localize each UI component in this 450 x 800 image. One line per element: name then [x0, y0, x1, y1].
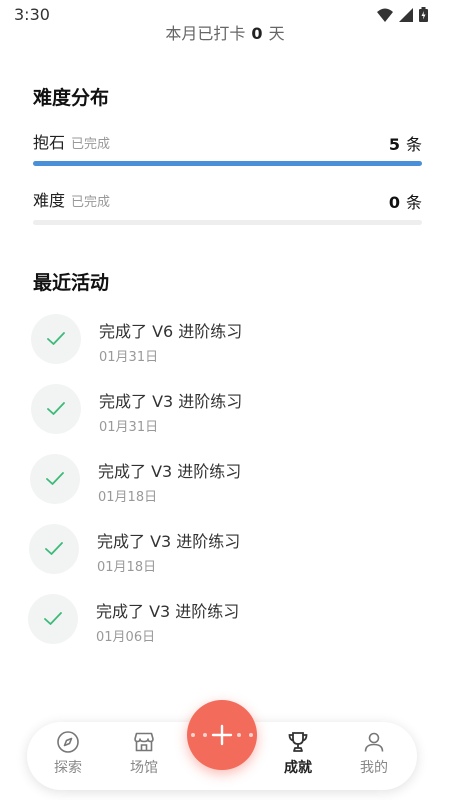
checkin-suffix: 天: [268, 24, 285, 43]
difficulty-row-sub: 已完成: [71, 195, 111, 210]
nav-item-venues[interactable]: 场馆: [114, 730, 174, 777]
fab-dot: [237, 733, 242, 737]
activity-item[interactable]: 完成了 V3 进阶练习 01月06日: [28, 594, 408, 650]
fab-decoration-dots: [191, 733, 253, 737]
nav-item-explore[interactable]: 探索: [38, 730, 98, 777]
difficulty-count-unit: 条: [405, 135, 422, 154]
difficulty-row-label: 抱石: [33, 133, 66, 152]
compass-icon: [57, 731, 79, 753]
difficulty-row-label: 难度: [33, 191, 66, 210]
difficulty-row-count: 5条: [389, 131, 422, 155]
activity-item[interactable]: 完成了 V6 进阶练习 01月31日: [31, 314, 411, 370]
checkin-count: 0: [251, 24, 263, 43]
nav-label: 探索: [54, 760, 82, 776]
difficulty-title: 难度分布: [33, 87, 110, 109]
nav-label: 我的: [360, 760, 388, 776]
activity-item[interactable]: 完成了 V3 进阶练习 01月31日: [31, 384, 411, 440]
activity-item[interactable]: 完成了 V3 进阶练习 01月18日: [30, 454, 410, 510]
difficulty-count-value: 0: [388, 193, 400, 212]
check-icon: [30, 454, 80, 504]
difficulty-row-sub: 已完成: [71, 137, 111, 152]
activity-title: 完成了 V6 进阶练习: [99, 322, 243, 341]
nav-item-me[interactable]: 我的: [344, 730, 404, 777]
fab-dot: [191, 733, 195, 737]
activity-title: 完成了 V3 进阶练习: [96, 602, 240, 621]
monthly-checkin: 本月已打卡 0 天: [0, 20, 450, 44]
check-icon: [31, 314, 81, 364]
difficulty-row-lead: 难度 已完成 0条: [33, 187, 422, 225]
difficulty-row-count: 0条: [389, 189, 422, 213]
store-icon: [134, 732, 154, 752]
activity-date: 01月31日: [99, 420, 159, 435]
difficulty-count-value: 5: [388, 135, 400, 154]
check-icon: [28, 594, 78, 644]
checkin-prefix: 本月已打卡: [165, 24, 246, 43]
activity-item[interactable]: 完成了 V3 进阶练习 01月18日: [29, 524, 409, 580]
difficulty-row-bouldering: 抱石 已完成 5条: [33, 129, 422, 166]
fab-dot: [248, 733, 253, 737]
activity-date: 01月18日: [98, 490, 158, 505]
activity-title: 完成了 V3 进阶练习: [97, 532, 241, 551]
activity-date: 01月06日: [96, 630, 156, 645]
trophy-icon: [288, 732, 308, 752]
difficulty-progress-track: [33, 220, 422, 225]
fab-dot: [202, 733, 207, 737]
recent-activity-title: 最近活动: [33, 272, 110, 294]
activity-title: 完成了 V3 进阶练习: [99, 392, 243, 411]
activity-date: 01月31日: [99, 350, 159, 365]
difficulty-progress-fill: [33, 161, 422, 166]
user-icon: [364, 732, 384, 752]
check-icon: [31, 384, 81, 434]
activity-date: 01月18日: [97, 560, 157, 575]
nav-label: 成就: [284, 760, 312, 776]
check-icon: [29, 524, 79, 574]
nav-item-achievements[interactable]: 成就: [268, 730, 328, 777]
difficulty-count-unit: 条: [405, 193, 422, 212]
nav-label: 场馆: [130, 760, 158, 776]
activity-title: 完成了 V3 进阶练习: [98, 462, 242, 481]
difficulty-progress-track: [33, 161, 422, 166]
